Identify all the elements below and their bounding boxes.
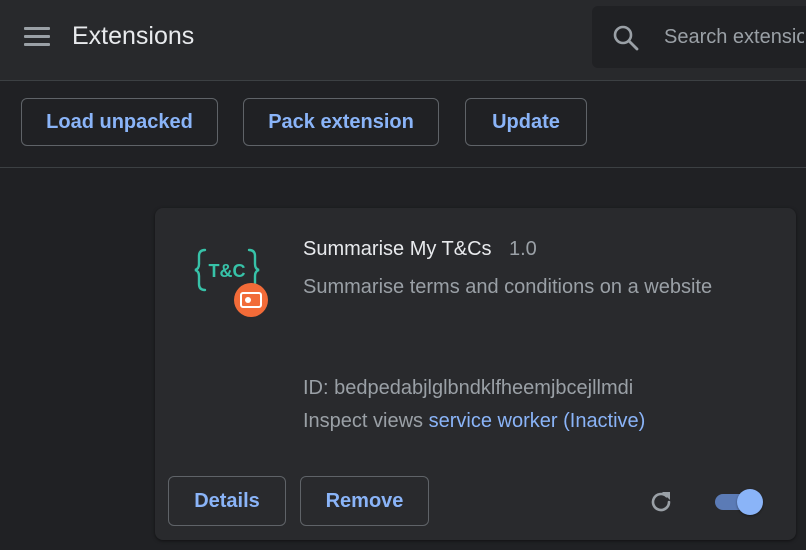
- load-unpacked-button[interactable]: Load unpacked: [21, 98, 218, 146]
- pack-extension-button[interactable]: Pack extension: [243, 98, 439, 146]
- extension-name: Summarise My T&Cs: [303, 238, 492, 260]
- extension-description: Summarise terms and conditions on a webs…: [303, 276, 713, 298]
- tc-extension-icon: T&C: [194, 248, 268, 317]
- remove-button[interactable]: Remove: [300, 476, 429, 526]
- search-box[interactable]: [592, 6, 806, 68]
- service-worker-link[interactable]: service worker (Inactive): [429, 410, 646, 432]
- reload-icon[interactable]: [647, 488, 675, 516]
- inspect-views-label: Inspect views: [303, 410, 424, 432]
- enable-toggle[interactable]: [713, 488, 765, 516]
- extensions-list: T&C Summarise My T&Cs 1.0 Summarise term…: [0, 168, 806, 550]
- extension-card: T&C Summarise My T&Cs 1.0 Summarise term…: [155, 208, 796, 540]
- update-button[interactable]: Update: [465, 98, 587, 146]
- toggle-knob: [737, 489, 763, 515]
- svg-text:T&C: T&C: [209, 261, 246, 281]
- details-button[interactable]: Details: [168, 476, 286, 526]
- extension-version: 1.0: [509, 238, 537, 260]
- extension-id: ID: bedpedabjlglbndklfheemjbcejllmdi: [303, 377, 634, 399]
- developer-toolbar: Load unpacked Pack extension Update: [0, 81, 806, 168]
- hamburger-menu-icon[interactable]: [22, 24, 52, 50]
- search-icon[interactable]: [612, 24, 640, 52]
- inspect-views-row: Inspect views service worker (Inactive): [303, 410, 645, 433]
- search-input[interactable]: [664, 20, 804, 54]
- app-header: Extensions: [0, 0, 806, 81]
- page-title: Extensions: [72, 22, 195, 50]
